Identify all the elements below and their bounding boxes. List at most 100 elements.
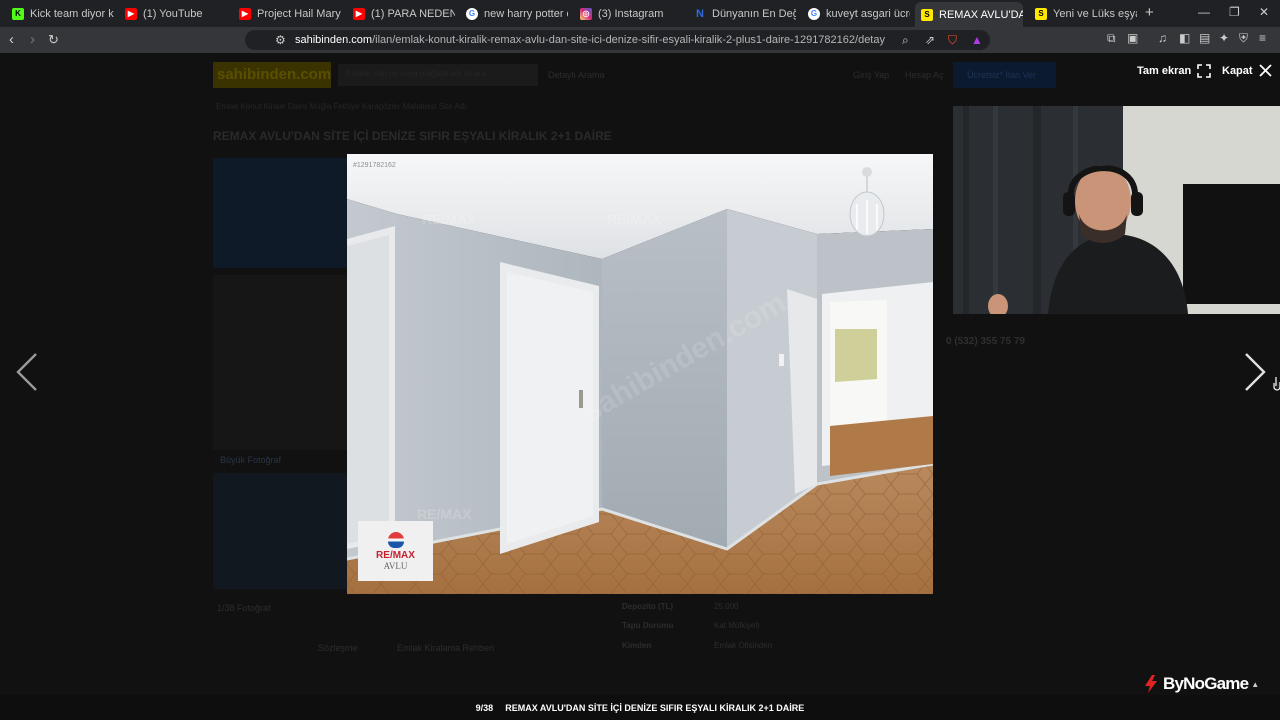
site-settings-icon[interactable]: ⚙ [275,33,286,47]
listing-title: REMAX AVLU'DAN SİTE İÇİ DENİZE SIFIR EŞY… [213,129,612,143]
youtube-icon: ▶ [353,7,365,20]
zoom-icon[interactable]: ⌕ [902,33,909,48]
login-link: Giriş Yap [853,70,890,80]
share-icon[interactable]: ⇗ [925,33,935,47]
contract-link: Sözleşme [318,643,358,653]
tab-3[interactable]: ▶ Project Hail Mary: Bu F [233,3,341,24]
reload-icon[interactable]: ↻ [48,31,59,49]
tab-title: Project Hail Mary: Bu F [257,7,341,20]
svg-text:RE/MAX: RE/MAX [607,211,662,227]
fullscreen-icon [1197,64,1212,78]
tab-title: REMAX AVLU'DAN [939,8,1023,21]
close-window-icon[interactable]: ✕ [1259,5,1269,19]
vpn-icon[interactable]: ⛨ [1239,31,1248,46]
tab-title: Dünyanın En Değerli P [712,7,796,20]
url-path: /ilan/emlak-konut-kiralik-remax-avlu-dan… [372,34,885,46]
toolbar: ‹ › ↻ ⚐ ⚙ sahibinden.com/ilan/emlak-konu… [0,27,1280,53]
youtube-icon: ▶ [239,7,251,20]
google-icon: G [808,7,820,20]
tab-6[interactable]: ◎ (3) Instagram [574,3,682,24]
new-tab-button[interactable]: + [1145,4,1154,21]
photo-caption-bar: 9/38 REMAX AVLU'DAN SİTE İÇİ DENİZE SIFI… [0,695,1280,720]
tab-title: (1) YouTube [143,7,203,20]
menu-icon[interactable]: ≡ [1259,31,1266,45]
close-icon [1258,64,1272,77]
site-search-input: Kelime, ilan no veya mağaza adı ile ara [338,64,538,86]
photo-counter: 9/38 [475,702,494,713]
fullscreen-label: Tam ekran [1137,65,1192,77]
detail-value-3: Emlak Ofisinden [714,641,773,650]
tab-9-active[interactable]: S REMAX AVLU'DAN ✕ [915,2,1023,27]
forward-icon[interactable]: › [30,31,35,49]
prev-photo-arrow[interactable] [14,350,40,394]
tab-5[interactable]: G new harry potter casti [460,3,568,24]
thumb-grid [213,473,347,589]
remax-balloon-icon [387,531,404,548]
url-host: sahibinden.com [295,34,373,46]
tab-2[interactable]: ▶ (1) YouTube [119,3,227,24]
webcam-overlay [953,106,1280,314]
tab-title: (1) PARA NEDEN VAR? [371,7,455,20]
bynogame-icon [1145,675,1157,693]
tab-title: Yeni ve Lüks eşyalı, de [1053,7,1137,20]
tab-1[interactable]: K Kick team diyor ki... [6,3,114,24]
detail-label-2: Tapu Durumu [622,621,674,630]
restore-icon[interactable]: ❐ [1229,5,1240,19]
tab-title: Kick team diyor ki... [30,7,114,20]
caret-up-icon: ▲ [1251,679,1259,689]
minimize-icon[interactable]: — [1198,5,1210,19]
tab-title: new harry potter casti [484,7,568,20]
mouse-cursor-icon [1273,377,1280,391]
remax-logo: RE/MAX AVLU [358,521,433,581]
gallery-large-photo [213,275,347,450]
post-ad-button: Ücretsiz* İlan Ver [953,62,1056,88]
brave-rewards-icon[interactable]: ▲ [971,33,983,47]
youtube-icon: ▶ [125,7,137,20]
instagram-icon: ◎ [580,7,592,20]
remax-brand: RE/MAX [376,549,415,561]
address-bar[interactable]: ⚙ sahibinden.com/ilan/emlak-konut-kirali… [245,30,990,50]
n-icon: N [696,7,704,20]
close-button[interactable]: Kapat [1222,64,1272,77]
detail-label-1: Depozito (TL) [622,602,674,611]
music-icon[interactable]: ♫ [1158,31,1167,45]
extensions-icon[interactable]: ⧉ [1107,31,1116,46]
next-photo-arrow[interactable] [1242,350,1268,394]
svg-text:RE/MAX: RE/MAX [417,506,472,522]
sahibinden-icon: S [921,8,933,21]
gallery-photo[interactable]: RE/MAX RE/MAX RE/MAX sahibinden.com #129… [347,154,933,594]
tab-strip: K Kick team diyor ki... ▶ (1) YouTube ▶ … [0,0,1280,27]
close-label: Kapat [1222,64,1253,77]
sahibinden-icon: S [1035,7,1047,20]
listing-id: #1291782162 [353,162,396,169]
sidebar-icon[interactable]: ◧ [1179,31,1190,45]
brave-shields-icon[interactable]: ⛉ [948,33,957,48]
agent-phone: 0 (532) 355 75 79 [946,336,1025,347]
leo-ai-icon[interactable]: ✦ [1219,31,1229,45]
detail-label-3: Kimden [622,641,652,650]
tab-10[interactable]: S Yeni ve Lüks eşyalı, de [1029,3,1137,24]
fullscreen-button[interactable]: Tam ekran [1137,64,1212,78]
breadcrumb: Emlak Konut Kiralık Daire Muğla Fethiye … [216,102,467,111]
guide-link: Emlak Kiralama Rehberi [397,643,495,653]
bynogame-text: ByNoGame [1163,674,1249,693]
url-text[interactable]: sahibinden.com/ilan/emlak-konut-kiralik-… [295,34,885,46]
bynogame-logo: ByNoGame ▲ [1142,674,1259,694]
photo-caption: REMAX AVLU'DAN SİTE İÇİ DENİZE SIFIR EŞY… [505,702,805,713]
wallet2-icon[interactable]: ▤ [1199,31,1210,45]
remax-office: AVLU [383,560,408,571]
tab-8[interactable]: G kuveyt asgari ücret 20 [802,3,910,24]
back-icon[interactable]: ‹ [9,31,14,49]
post-ad-label: Ücretsiz* İlan Ver [967,70,1037,80]
register-link: Hesap Aç [905,70,944,80]
detailed-search-link: Detaylı Arama [548,70,605,80]
gallery-main-placeholder [213,158,347,268]
wallet-icon[interactable]: ▣ [1127,31,1138,45]
room-photo-image: RE/MAX RE/MAX RE/MAX sahibinden.com [347,154,933,594]
svg-text:RE/MAX: RE/MAX [422,211,477,227]
tab-title: (3) Instagram [598,7,664,20]
kick-icon: K [12,7,24,20]
tab-4[interactable]: ▶ (1) PARA NEDEN VAR? [347,3,455,24]
tab-7[interactable]: N Dünyanın En Değerli P [688,3,796,24]
site-search-placeholder: Kelime, ilan no veya mağaza adı ile ara [346,69,486,78]
